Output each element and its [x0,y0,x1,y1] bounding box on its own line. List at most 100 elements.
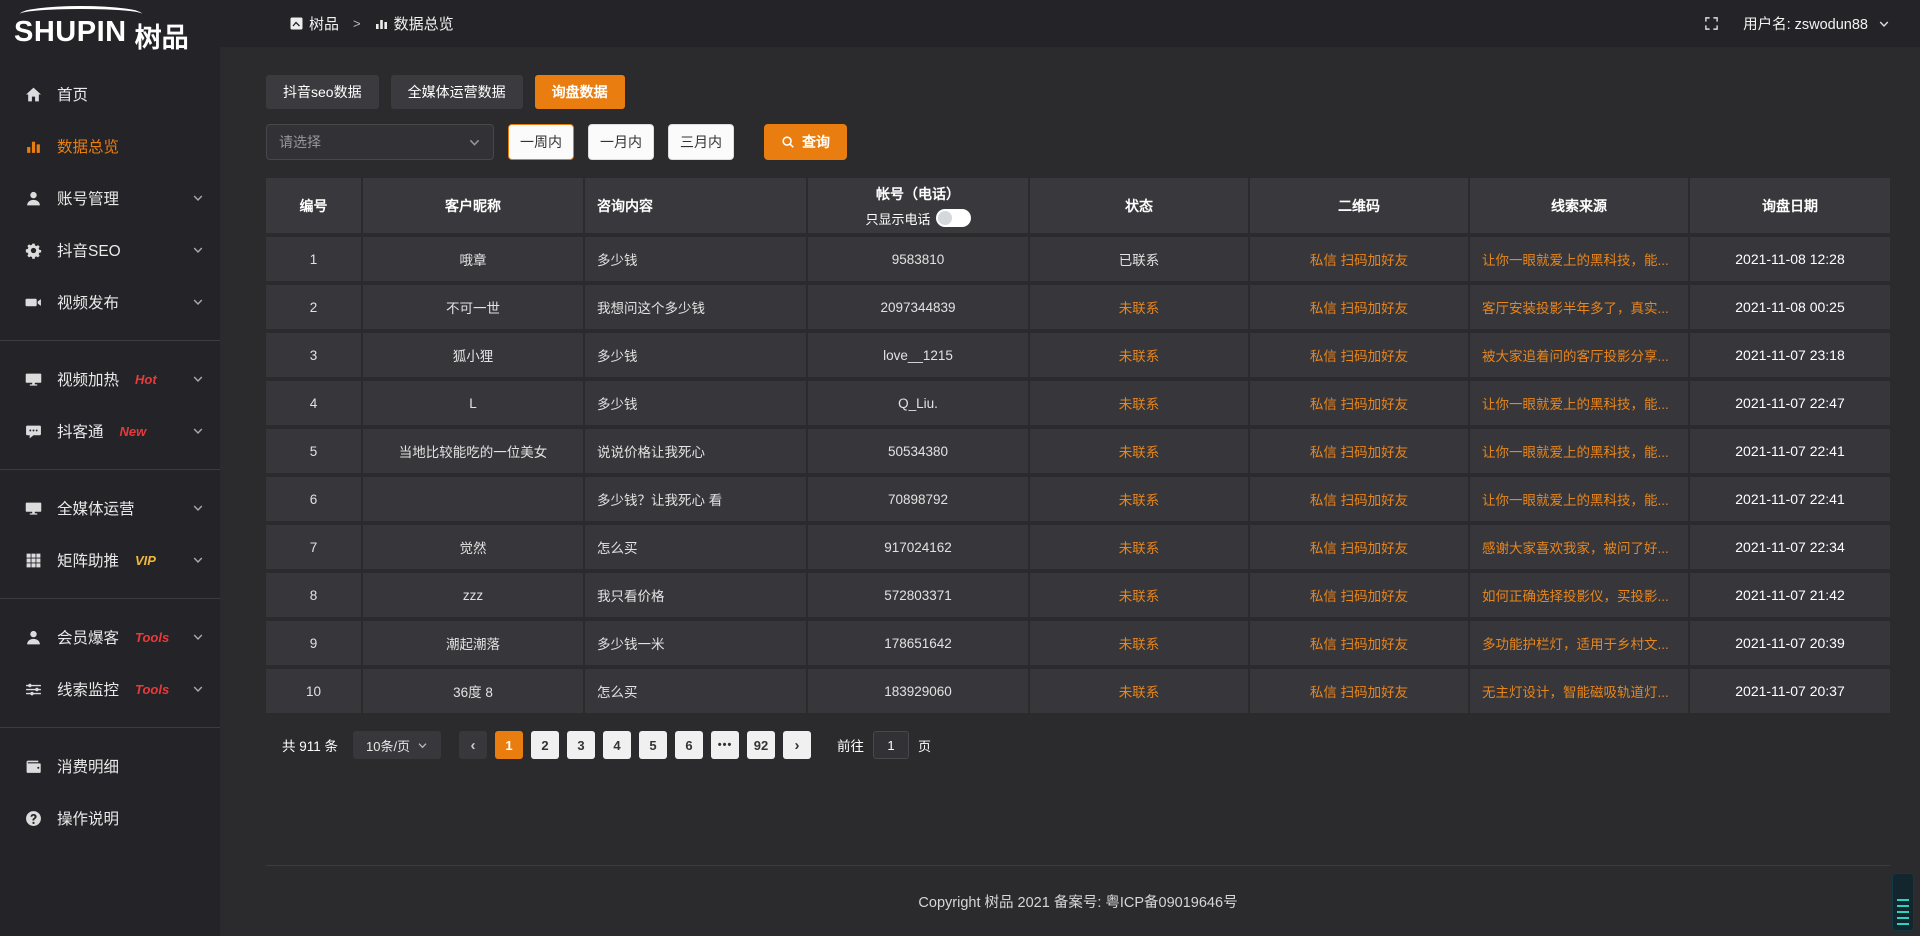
page-button-92[interactable]: 92 [747,731,775,759]
breadcrumb-current: 数据总览 [394,13,454,34]
page-button-•••[interactable]: ••• [711,731,739,759]
cell-qrcode[interactable]: 私信 扫码加好友 [1250,669,1470,717]
select-placeholder: 请选择 [279,132,321,152]
page-buttons: 123456 ••• 92 [487,731,775,759]
cell-qrcode[interactable]: 私信 扫码加好友 [1250,381,1470,429]
prev-page-button[interactable]: ‹ [459,731,487,759]
sidebar-item-label: 视频加热 [57,368,119,390]
table-row[interactable]: 9 潮起潮落 多少钱一米 178651642 未联系 私信 扫码加好友 多功能护… [266,621,1890,669]
cell-source[interactable]: 客厅安装投影半年多了，真实... [1470,285,1690,333]
table-row[interactable]: 4 L 多少钱 Q_Liu. 未联系 私信 扫码加好友 让你一眼就爱上的黑科技，… [266,381,1890,429]
tab-inquiry-data[interactable]: 询盘数据 [535,75,625,109]
cell-qrcode[interactable]: 私信 扫码加好友 [1250,285,1470,333]
cell-qrcode[interactable]: 私信 扫码加好友 [1250,333,1470,381]
period-button-0[interactable]: 一周内 [508,124,574,160]
sidebar-item-badge: Tools [135,682,169,697]
period-button-2[interactable]: 三月内 [668,124,734,160]
sidebar-item-consume-detail[interactable]: 消费明细 [0,740,220,792]
page-button-6[interactable]: 6 [675,731,703,759]
gear-icon [25,242,42,259]
cell-content: 多少钱 [585,333,808,381]
cell-account: Q_Liu. [808,381,1030,429]
account-select[interactable]: 请选择 [266,124,494,160]
person-icon [25,629,42,646]
page-button-4[interactable]: 4 [603,731,631,759]
sidebar-item-matrix-boost[interactable]: 矩阵助推 VIP [0,534,220,586]
cell-source[interactable]: 让你一眼就爱上的黑科技，能... [1470,429,1690,477]
cell-content: 多少钱？让我死心 看 [585,477,808,525]
page-button-3[interactable]: 3 [567,731,595,759]
sidebar-item-douketong[interactable]: 抖客通 New [0,405,220,457]
sidebar-item-clue-monitor[interactable]: 线索监控 Tools [0,663,220,715]
table-row[interactable]: 8 zzz 我只看价格 572803371 未联系 私信 扫码加好友 如何正确选… [266,573,1890,621]
table-row[interactable]: 5 当地比较能吃的一位美女 说说价格让我死心 50534380 未联系 私信 扫… [266,429,1890,477]
cell-qrcode[interactable]: 私信 扫码加好友 [1250,525,1470,573]
cell-nickname [363,477,585,525]
sidebar-item-video-heat[interactable]: 视频加热 Hot [0,353,220,405]
table-row[interactable]: 1 哦章 多少钱 9583810 已联系 私信 扫码加好友 让你一眼就爱上的黑科… [266,237,1890,285]
search-button[interactable]: 查询 [764,124,847,160]
chevron-down-icon[interactable] [1878,18,1890,30]
col-date: 询盘日期 [1690,178,1890,237]
sidebar-item-operation-guide[interactable]: 操作说明 [0,792,220,844]
floating-widget[interactable] [1892,873,1914,931]
sidebar-item-label: 矩阵助推 [57,549,119,571]
next-page-button[interactable]: › [783,731,811,759]
chevron-down-icon [417,740,428,751]
cell-account: 9583810 [808,237,1030,285]
sidebar-item-label: 数据总览 [57,135,119,157]
cell-qrcode[interactable]: 私信 扫码加好友 [1250,621,1470,669]
sidebar-item-badge: Hot [135,372,157,387]
search-button-label: 查询 [802,132,830,152]
cell-source[interactable]: 被大家追着问的客厅投影分享... [1470,333,1690,381]
cell-source[interactable]: 让你一眼就爱上的黑科技，能... [1470,477,1690,525]
breadcrumb-root[interactable]: 树品 [309,13,339,34]
cell-source[interactable]: 让你一眼就爱上的黑科技，能... [1470,237,1690,285]
sidebar-menu: 首页 数据总览 账号管理 抖音SEO 视频发布 视频加热 H [0,60,220,844]
cell-content: 我想问这个多少钱 [585,285,808,333]
chevron-down-icon [192,373,204,385]
sidebar-item-douyin-seo[interactable]: 抖音SEO [0,224,220,276]
sidebar-item-label: 抖音SEO [57,239,121,261]
filter-bar: 请选择 一周内一月内三月内 查询 [266,124,1890,160]
cell-date: 2021-11-07 22:34 [1690,525,1890,573]
cell-qrcode[interactable]: 私信 扫码加好友 [1250,477,1470,525]
cell-source[interactable]: 让你一眼就爱上的黑科技，能... [1470,381,1690,429]
page-size-select[interactable]: 10条/页 [353,731,441,759]
sidebar-item-member-burst[interactable]: 会员爆客 Tools [0,611,220,663]
cell-qrcode[interactable]: 私信 扫码加好友 [1250,429,1470,477]
cell-account: 2097344839 [808,285,1030,333]
page-button-1[interactable]: 1 [495,731,523,759]
table-row[interactable]: 3 狐小狸 多少钱 love__1215 未联系 私信 扫码加好友 被大家追着问… [266,333,1890,381]
tab-media-ops-data[interactable]: 全媒体运营数据 [391,75,523,109]
cell-status: 未联系 [1030,285,1250,333]
cell-qrcode[interactable]: 私信 扫码加好友 [1250,237,1470,285]
cell-source[interactable]: 感谢大家喜欢我家，被问了好... [1470,525,1690,573]
cell-source[interactable]: 无主灯设计，智能磁吸轨道灯... [1470,669,1690,717]
table-row[interactable]: 2 不可一世 我想问这个多少钱 2097344839 未联系 私信 扫码加好友 … [266,285,1890,333]
sidebar-divider [0,598,220,599]
cell-source[interactable]: 多功能护栏灯，适用于乡村文... [1470,621,1690,669]
tab-douyin-seo-data[interactable]: 抖音seo数据 [266,75,379,109]
table-row[interactable]: 6 多少钱？让我死心 看 70898792 未联系 私信 扫码加好友 让你一眼就… [266,477,1890,525]
phone-only-toggle[interactable] [936,209,971,227]
table-row[interactable]: 7 觉然 怎么买 917024162 未联系 私信 扫码加好友 感谢大家喜欢我家… [266,525,1890,573]
cell-content: 多少钱 [585,381,808,429]
sidebar-item-data-overview[interactable]: 数据总览 [0,120,220,172]
page-button-2[interactable]: 2 [531,731,559,759]
table-row[interactable]: 10 36度 8 怎么买 183929060 未联系 私信 扫码加好友 无主灯设… [266,669,1890,717]
sidebar-item-media-ops[interactable]: 全媒体运营 [0,482,220,534]
bar-chart-icon [25,138,42,155]
cell-qrcode[interactable]: 私信 扫码加好友 [1250,573,1470,621]
sidebar-item-home[interactable]: 首页 [0,68,220,120]
fullscreen-icon[interactable] [1704,16,1719,31]
col-status: 状态 [1030,178,1250,237]
sidebar-item-account-manage[interactable]: 账号管理 [0,172,220,224]
period-button-1[interactable]: 一月内 [588,124,654,160]
sidebar-item-video-publish[interactable]: 视频发布 [0,276,220,328]
cell-source[interactable]: 如何正确选择投影仪，买投影... [1470,573,1690,621]
username[interactable]: 用户名: zswodun88 [1743,13,1868,34]
page-button-5[interactable]: 5 [639,731,667,759]
cell-status: 未联系 [1030,333,1250,381]
goto-page-input[interactable] [873,731,909,759]
